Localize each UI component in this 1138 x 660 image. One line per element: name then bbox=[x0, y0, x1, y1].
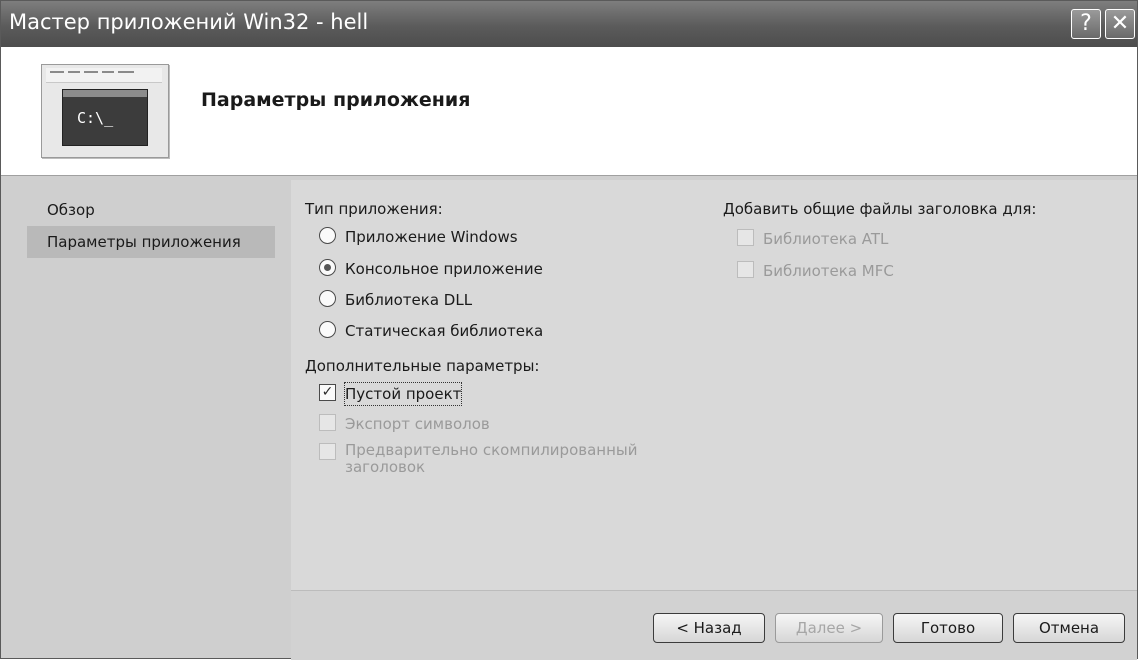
checkbox-mfc-label: Библиотека MFC bbox=[763, 262, 894, 280]
checkbox-empty-icon bbox=[319, 414, 336, 431]
common-headers-heading: Добавить общие файлы заголовка для: bbox=[723, 200, 1037, 218]
checkbox-empty-project-label: Пустой проект bbox=[343, 382, 463, 406]
checkbox-export-symbols-label: Экспорт символов bbox=[345, 415, 490, 433]
title-bar: Мастер приложений Win32 - hell ? ✕ bbox=[1, 1, 1137, 47]
radio-dll-label: Библиотека DLL bbox=[345, 291, 473, 309]
finish-button[interactable]: Готово bbox=[893, 613, 1003, 643]
checkbox-empty-icon bbox=[737, 229, 754, 246]
radio-checked-icon bbox=[319, 259, 336, 276]
header-band: C:\_ Параметры приложения bbox=[1, 47, 1137, 176]
radio-static-lib-label: Статическая библиотека bbox=[345, 322, 544, 340]
precompiled-label-line1: Предварительно скомпилированный bbox=[345, 441, 638, 459]
nav-item-overview[interactable]: Обзор bbox=[27, 194, 275, 226]
help-button[interactable]: ? bbox=[1071, 9, 1101, 39]
wizard-navigation: Обзор Параметры приложения bbox=[27, 194, 275, 258]
checkbox-empty-icon bbox=[737, 261, 754, 278]
thumbnail-menubar bbox=[46, 68, 162, 83]
close-button[interactable]: ✕ bbox=[1105, 9, 1135, 39]
checkbox-precompiled-header-label: Предварительно скомпилированный заголово… bbox=[345, 442, 637, 476]
app-type-heading: Тип приложения: bbox=[305, 200, 443, 218]
extra-options-heading: Дополнительные параметры: bbox=[305, 357, 540, 375]
console-prompt: C:\_ bbox=[77, 109, 114, 127]
checkmark-icon: ✓ bbox=[319, 384, 336, 401]
back-button[interactable]: < Назад bbox=[653, 613, 765, 643]
page-title: Параметры приложения bbox=[201, 89, 471, 111]
cancel-button[interactable]: Отмена bbox=[1013, 613, 1125, 643]
radio-console-app-label: Консольное приложение bbox=[345, 260, 543, 278]
radio-windows-app-label: Приложение Windows bbox=[345, 228, 518, 246]
radio-unchecked-icon bbox=[319, 290, 336, 307]
radio-unchecked-icon bbox=[319, 227, 336, 244]
nav-item-app-settings[interactable]: Параметры приложения bbox=[27, 226, 275, 258]
console-window-graphic: C:\_ bbox=[62, 89, 148, 146]
checkbox-atl-label: Библиотека ATL bbox=[763, 230, 889, 248]
precompiled-label-line2: заголовок bbox=[345, 458, 426, 476]
next-button[interactable]: Далее > bbox=[775, 613, 883, 643]
window-title: Мастер приложений Win32 - hell bbox=[9, 10, 369, 34]
checkbox-empty-icon bbox=[319, 443, 336, 460]
radio-unchecked-icon bbox=[319, 321, 336, 338]
wizard-window: Мастер приложений Win32 - hell ? ✕ C:\_ … bbox=[0, 0, 1138, 660]
console-app-icon: C:\_ bbox=[41, 64, 169, 158]
